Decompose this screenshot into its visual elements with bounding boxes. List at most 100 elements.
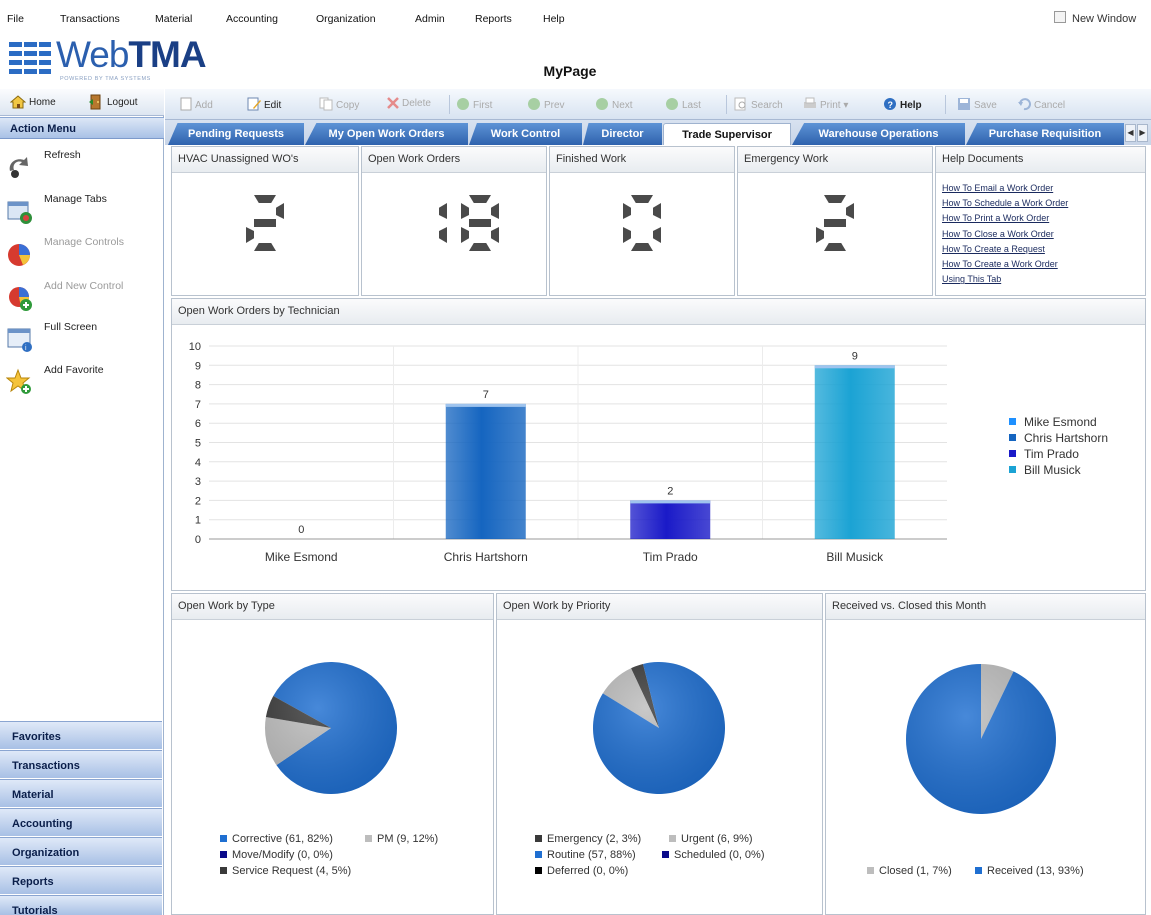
sidebar-section-transactions[interactable]: Transactions	[0, 750, 162, 778]
tab-purchase-requisition[interactable]: Purchase Requisition	[966, 123, 1124, 145]
home-button[interactable]: Home	[10, 94, 56, 112]
page-title: MyPage	[543, 63, 597, 79]
legend-swatch	[220, 867, 227, 874]
x-category-label: Tim Prado	[643, 550, 698, 564]
bar-value-label: 7	[483, 389, 489, 401]
tab-warehouse-operations[interactable]: Warehouse Operations	[792, 123, 965, 145]
add-control-icon	[9, 287, 32, 311]
search-button[interactable]: Search	[734, 97, 783, 111]
sidebar-section-tutorials[interactable]: Tutorials	[0, 895, 162, 915]
open-work-orders-panel: Open Work Orders	[361, 146, 547, 296]
save-button[interactable]: Save	[957, 97, 997, 111]
tab-scroll-left-icon[interactable]: ◀	[1125, 124, 1136, 142]
manage-controls-icon	[8, 244, 30, 266]
help-link[interactable]: How To Schedule a Work Order	[942, 196, 1068, 211]
sidebar-section-favorites[interactable]: Favorites	[0, 721, 162, 749]
action-menu-header[interactable]: Action Menu	[0, 117, 164, 139]
menu-material[interactable]: Material	[155, 13, 192, 25]
menu-organization[interactable]: Organization	[316, 13, 376, 25]
webtma-window: { "menu": ["File","Transactions","Materi…	[0, 0, 1151, 915]
next-button[interactable]: Next	[595, 97, 633, 111]
menu-admin[interactable]: Admin	[415, 13, 445, 25]
help-link[interactable]: How To Email a Work Order	[942, 181, 1068, 196]
menu-file[interactable]: File	[7, 13, 24, 25]
tab-scroll-right-icon[interactable]: ▶	[1137, 124, 1148, 142]
legend-swatch	[365, 835, 372, 842]
help-link[interactable]: How To Close a Work Order	[942, 227, 1068, 242]
edit-icon	[247, 97, 261, 111]
last-label: Last	[682, 100, 701, 111]
delete-label: Delete	[402, 98, 431, 109]
prev-icon	[528, 98, 540, 110]
digit-segment	[631, 195, 653, 203]
copy-icon	[319, 97, 333, 111]
cancel-button[interactable]: Cancel	[1017, 97, 1065, 111]
manage-tabs-icon	[7, 201, 32, 224]
menu-reports[interactable]: Reports	[475, 13, 512, 25]
tab-director[interactable]: Director	[583, 123, 662, 145]
counter-value	[816, 195, 854, 251]
action-manage-controls[interactable]: Manage Controls	[6, 236, 156, 276]
action-refresh[interactable]: Refresh	[6, 149, 156, 189]
sidebar-section-organization[interactable]: Organization	[0, 837, 162, 865]
help-link[interactable]: How To Create a Request	[942, 242, 1068, 257]
toolbar-separator	[945, 95, 946, 114]
help-link[interactable]: Using This Tab	[942, 272, 1068, 287]
help-link[interactable]: How To Create a Work Order	[942, 257, 1068, 272]
help-link[interactable]: How To Print a Work Order	[942, 211, 1068, 226]
new-window-checkbox[interactable]	[1054, 11, 1066, 23]
print-button[interactable]: Print ▾	[803, 97, 848, 111]
delete-icon	[387, 97, 399, 109]
action-add-favorite[interactable]: Add Favorite	[6, 364, 156, 404]
menu-help[interactable]: Help	[543, 13, 565, 25]
tab-trade-supervisor[interactable]: Trade Supervisor	[663, 123, 791, 145]
copy-button[interactable]: Copy	[319, 97, 359, 111]
y-tick-label: 6	[195, 418, 201, 430]
edit-button[interactable]: Edit	[247, 97, 281, 111]
tab-my-open-work-orders[interactable]: My Open Work Orders	[305, 123, 468, 145]
finished-work-panel: Finished Work	[549, 146, 735, 296]
y-tick-label: 8	[195, 380, 201, 392]
sidebar-section-material[interactable]: Material	[0, 779, 162, 807]
action-add-new-control[interactable]: Add New Control	[6, 280, 156, 320]
delete-button[interactable]: Delete	[387, 97, 431, 109]
action-manage-tabs[interactable]: Manage Tabs	[6, 193, 156, 233]
prev-button[interactable]: Prev	[527, 97, 565, 111]
digit-segment	[469, 195, 491, 203]
tab-work-control[interactable]: Work Control	[469, 123, 582, 145]
bar-chart: 0 1 2 3 4 5 6 7 8 9 10 0 Mike Esmond Mike Esmond 7 Chri…	[189, 341, 1108, 564]
panel-title: Open Work Orders	[362, 147, 546, 173]
legend-label: Service Request (4, 5%)	[232, 865, 351, 877]
menu-transactions[interactable]: Transactions	[60, 13, 120, 25]
legend-label: Emergency (2, 3%)	[547, 833, 641, 845]
sidebar-section-reports[interactable]: Reports	[0, 866, 162, 894]
help-icon: ?	[884, 98, 896, 110]
add-button[interactable]: Add	[180, 97, 213, 111]
digit-segment	[439, 227, 447, 243]
tab-pending-requests[interactable]: Pending Requests	[168, 123, 304, 145]
last-button[interactable]: Last	[665, 97, 701, 111]
pie-chart-priority: Emergency (2, 3%) Urgent (6, 9%) Routine (…	[535, 662, 765, 877]
logout-button[interactable]: Logout	[88, 94, 138, 112]
counter-display	[550, 195, 734, 254]
legend-swatch	[1009, 450, 1016, 457]
legend-label: Move/Modify (0, 0%)	[232, 849, 333, 861]
menu-accounting[interactable]: Accounting	[226, 13, 278, 25]
logout-label: Logout	[107, 97, 138, 108]
sidebar-section-accounting[interactable]: Accounting	[0, 808, 162, 836]
y-tick-label: 1	[195, 515, 201, 527]
first-button[interactable]: First	[456, 97, 492, 111]
digit-segment	[254, 219, 276, 227]
help-button[interactable]: ? Help	[883, 97, 922, 111]
action-label: Manage Controls	[44, 236, 124, 248]
toolbar-separator	[449, 95, 450, 114]
menu-bar: File Transactions Material Accounting Or…	[0, 0, 1151, 34]
action-full-screen[interactable]: i Full Screen	[6, 321, 156, 361]
bar-value-label: 0	[298, 524, 304, 536]
copy-label: Copy	[336, 100, 360, 111]
counter-display	[172, 195, 358, 254]
digit-segment	[491, 227, 499, 243]
legend-label: Closed (1, 7%)	[879, 865, 952, 877]
legend-label: Urgent (6, 9%)	[681, 833, 753, 845]
digit-segment	[824, 195, 846, 203]
